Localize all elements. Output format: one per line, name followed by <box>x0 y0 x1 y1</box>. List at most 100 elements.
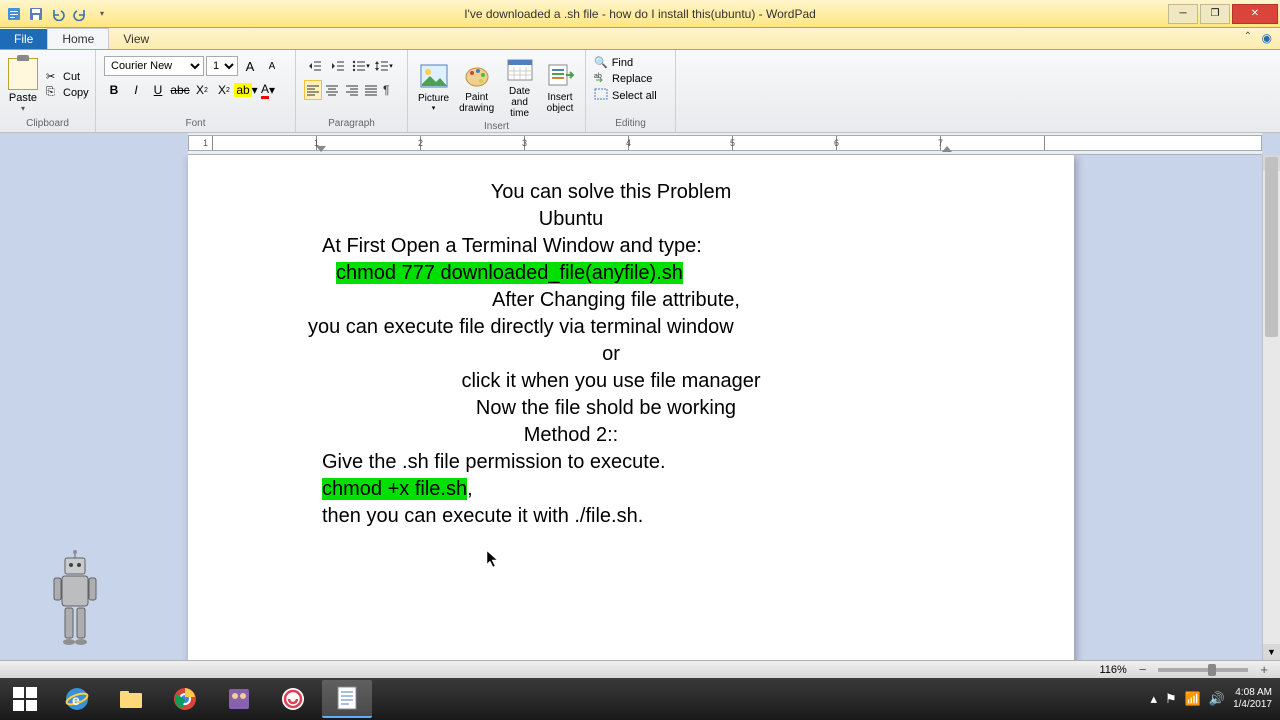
close-button[interactable]: ✕ <box>1232 4 1278 24</box>
align-left-button[interactable] <box>304 80 322 100</box>
increase-indent-button[interactable] <box>327 56 349 76</box>
font-size-select[interactable]: 16 <box>206 56 238 76</box>
justify-button[interactable] <box>362 80 380 100</box>
wordpad-icon[interactable] <box>4 4 24 24</box>
scroll-down-button[interactable]: ▼ <box>1263 644 1280 660</box>
shrink-font-button[interactable]: A <box>262 56 282 76</box>
minimize-button[interactable]: ─ <box>1168 4 1198 24</box>
svg-text:e: e <box>72 692 80 708</box>
collapse-ribbon-icon[interactable]: ⌃ <box>1244 31 1252 42</box>
find-icon: 🔍 <box>594 56 608 69</box>
ruler-mark: 6 <box>834 138 839 148</box>
svg-text:¶: ¶ <box>383 84 389 96</box>
left-indent-marker[interactable] <box>316 146 324 154</box>
replace-icon: ab <box>594 71 608 86</box>
copy-button[interactable]: ⎘Copy <box>46 86 89 100</box>
tray-clock[interactable]: 4:08 AM 1/4/2017 <box>1233 687 1272 711</box>
copy-icon: ⎘ <box>46 86 60 100</box>
ruler-mark: 5 <box>730 138 735 148</box>
document-area: You can solve this Problem Ubuntu At Fir… <box>0 155 1262 660</box>
paragraph-dialog-button[interactable]: ¶ <box>381 80 399 100</box>
font-name-select[interactable]: Courier New <box>104 56 204 76</box>
tray-network-icon[interactable]: 📶 <box>1185 691 1201 707</box>
picture-icon <box>419 61 449 91</box>
paragraph-label: Paragraph <box>302 118 401 130</box>
taskbar-app1[interactable] <box>214 680 264 718</box>
zoom-slider[interactable] <box>1158 668 1248 672</box>
taskbar-chrome[interactable] <box>160 680 210 718</box>
selectall-label: Select all <box>612 90 657 102</box>
file-tab[interactable]: File <box>0 29 47 49</box>
picture-button[interactable]: Picture▾ <box>414 59 453 114</box>
superscript-button[interactable]: X2 <box>214 80 234 100</box>
decrease-indent-button[interactable] <box>304 56 326 76</box>
qat-dropdown-icon[interactable]: ▾ <box>92 4 112 24</box>
tray-up-icon[interactable]: ▴ <box>1151 691 1158 707</box>
ruler-mark: 3 <box>522 138 527 148</box>
taskbar-app2[interactable] <box>268 680 318 718</box>
datetime-label: Date and time <box>504 86 535 119</box>
strikethrough-button[interactable]: abc <box>170 80 190 100</box>
taskbar-wordpad[interactable] <box>322 680 372 718</box>
right-indent-marker[interactable] <box>942 146 950 154</box>
maximize-button[interactable]: ❐ <box>1200 4 1230 24</box>
save-icon[interactable] <box>26 4 46 24</box>
select-all-button[interactable]: Select all <box>594 88 667 103</box>
bullets-button[interactable]: ▾ <box>350 56 372 76</box>
italic-button[interactable]: I <box>126 80 146 100</box>
doc-line: or <box>268 341 954 368</box>
zoom-in-button[interactable]: + <box>1256 662 1272 677</box>
clipboard-label: Clipboard <box>6 118 89 130</box>
tray-flag-icon[interactable]: ⚑ <box>1165 691 1177 707</box>
highlight-button[interactable]: ab▾ <box>236 80 256 100</box>
select-all-icon <box>594 88 608 103</box>
paste-button[interactable]: Paste ▾ <box>6 56 40 115</box>
font-color-button[interactable]: A▾ <box>258 80 278 100</box>
doc-line: Ubuntu <box>188 206 954 233</box>
scroll-thumb[interactable] <box>1265 157 1278 337</box>
window-controls: ─ ❐ ✕ <box>1168 4 1280 24</box>
start-button[interactable] <box>0 678 50 720</box>
vertical-scrollbar[interactable]: ▲ ▼ <box>1262 155 1280 660</box>
cut-label: Cut <box>63 71 80 83</box>
document-text[interactable]: You can solve this Problem Ubuntu At Fir… <box>308 179 954 530</box>
zoom-slider-thumb[interactable] <box>1208 664 1216 676</box>
document-page[interactable]: You can solve this Problem Ubuntu At Fir… <box>188 155 1074 660</box>
grow-font-button[interactable]: A <box>240 56 260 76</box>
replace-button[interactable]: abReplace <box>594 71 667 86</box>
ruler[interactable]: 1 1 2 3 4 5 6 7 <box>188 133 1262 155</box>
calendar-icon <box>505 54 535 84</box>
underline-button[interactable]: U <box>148 80 168 100</box>
doc-line: Now the file shold be working <box>258 395 954 422</box>
cut-button[interactable]: ✂Cut <box>46 70 89 84</box>
taskbar-explorer[interactable] <box>106 680 156 718</box>
undo-icon[interactable] <box>48 4 68 24</box>
align-center-button[interactable] <box>323 80 341 100</box>
help-icon[interactable]: ◉ <box>1262 31 1272 45</box>
home-tab[interactable]: Home <box>47 28 109 49</box>
paste-label: Paste <box>9 92 37 104</box>
align-right-button[interactable] <box>342 80 360 100</box>
insert-label: Insert <box>414 121 579 133</box>
paint-drawing-button[interactable]: Paint drawing <box>455 58 498 116</box>
ruler-mark: 2 <box>418 138 423 148</box>
subscript-button[interactable]: X2 <box>192 80 212 100</box>
bold-button[interactable]: B <box>104 80 124 100</box>
ribbon: Paste ▾ ✂Cut ⎘Copy Clipboard Courier New… <box>0 50 1280 133</box>
copy-label: Copy <box>63 87 89 99</box>
tray-volume-icon[interactable]: 🔊 <box>1209 691 1225 707</box>
ruler-mark: 4 <box>626 138 631 148</box>
taskbar-ie[interactable]: e <box>52 680 102 718</box>
line-spacing-button[interactable]: ▾ <box>373 56 395 76</box>
date-time-button[interactable]: Date and time <box>500 52 539 121</box>
paint-label: Paint drawing <box>459 92 494 114</box>
find-button[interactable]: 🔍 Find <box>594 56 667 69</box>
find-label: Find <box>612 57 633 69</box>
view-tab[interactable]: View <box>109 29 163 49</box>
insert-object-button[interactable]: Insert object <box>541 58 579 116</box>
doc-line: Method 2:: <box>188 422 954 449</box>
zoom-level: 116% <box>1099 664 1126 676</box>
tray-date: 1/4/2017 <box>1233 699 1272 711</box>
zoom-out-button[interactable]: − <box>1135 662 1151 677</box>
redo-icon[interactable] <box>70 4 90 24</box>
